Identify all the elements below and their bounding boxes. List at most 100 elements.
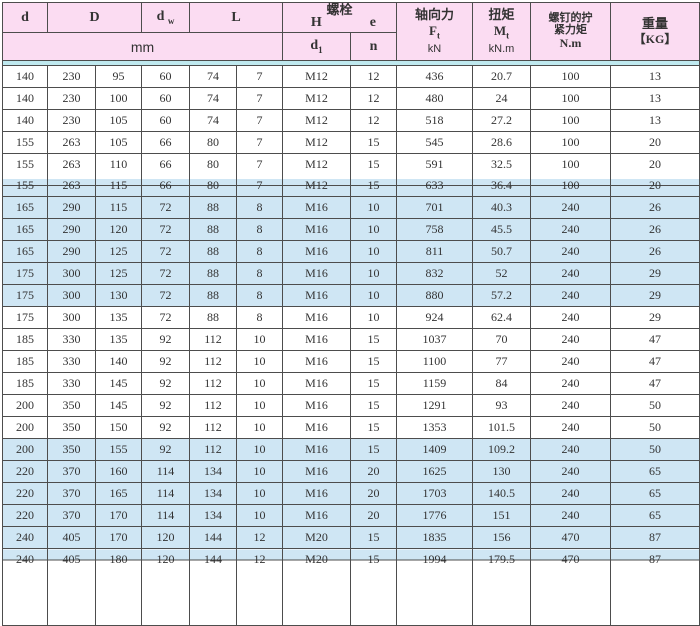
col-header-weight: 重量 【KG】 <box>611 3 700 61</box>
table-cell: 220 <box>3 483 48 505</box>
table-cell: 10 <box>351 263 397 285</box>
dw-subscript: w <box>168 16 175 26</box>
table-cell: 12 <box>351 88 397 110</box>
table-cell: 50.7 <box>473 241 531 263</box>
table-cell: 758 <box>397 219 473 241</box>
table-cell: 370 <box>48 461 96 483</box>
table-cell: 1835 <box>397 527 473 549</box>
table-cell: 155 <box>3 154 48 176</box>
table-cell: 240 <box>531 197 611 219</box>
empty-cell <box>190 570 237 626</box>
table-cell: 880 <box>397 285 473 307</box>
table-cell: 240 <box>531 417 611 439</box>
table-cell: 633 <box>397 175 473 197</box>
table-cell: 1776 <box>397 505 473 527</box>
table-cell: 84 <box>473 373 531 395</box>
col-header-e: e <box>350 15 396 31</box>
table-cell: 13 <box>611 110 700 132</box>
table-cell: 155 <box>3 132 48 154</box>
table-cell: 13 <box>611 88 700 110</box>
empty-cell <box>96 570 142 626</box>
table-cell: 100 <box>531 110 611 132</box>
table-cell: 7 <box>237 88 283 110</box>
table-cell: M12 <box>283 175 351 197</box>
table-cell: 10 <box>237 395 283 417</box>
table-cell: 12 <box>351 110 397 132</box>
table-cell: 185 <box>3 329 48 351</box>
table-cell: 20.7 <box>473 66 531 88</box>
table-cell: 114 <box>142 483 190 505</box>
table-cell: 50 <box>611 395 700 417</box>
table-cell: 165 <box>3 197 48 219</box>
table-cell: 1100 <box>397 351 473 373</box>
table-cell: 330 <box>48 373 96 395</box>
table-cell: 50 <box>611 417 700 439</box>
table-cell: 1994 <box>397 549 473 571</box>
table-cell: 179.5 <box>473 549 531 571</box>
table-cell: 240 <box>531 241 611 263</box>
table-cell: 12 <box>237 549 283 571</box>
table-cell: M12 <box>283 154 351 176</box>
table-cell: 175 <box>3 263 48 285</box>
table-cell: 66 <box>142 175 190 197</box>
table-cell: 47 <box>611 329 700 351</box>
table-cell: 74 <box>190 66 237 88</box>
table-cell: 300 <box>48 263 96 285</box>
table-cell: 140 <box>3 66 48 88</box>
table-cell: 405 <box>48 527 96 549</box>
table-cell: 125 <box>96 241 142 263</box>
table-cell: 40.3 <box>473 197 531 219</box>
table-cell: 8 <box>237 307 283 329</box>
table-cell: 160 <box>96 461 142 483</box>
table-cell: 151 <box>473 505 531 527</box>
table-cell: 240 <box>531 483 611 505</box>
table-cell: 74 <box>190 88 237 110</box>
empty-cell <box>48 570 96 626</box>
table-cell: 8 <box>237 241 283 263</box>
table-cell: M16 <box>283 263 351 285</box>
table-cell: 92 <box>142 351 190 373</box>
table-cell: 92 <box>142 417 190 439</box>
table-row: 1853301409211210M161511007724047 <box>3 351 700 373</box>
table-cell: 88 <box>190 307 237 329</box>
table-cell: 240 <box>531 505 611 527</box>
table-cell: 230 <box>48 66 96 88</box>
table-cell: M16 <box>283 285 351 307</box>
table-cell: 1291 <box>397 395 473 417</box>
table-cell: 701 <box>397 197 473 219</box>
table-cell: 29 <box>611 307 700 329</box>
table-cell: 7 <box>237 175 283 197</box>
table-cell: 15 <box>351 527 397 549</box>
table-cell: 8 <box>237 197 283 219</box>
table-cell: 65 <box>611 483 700 505</box>
table-cell: 240 <box>531 439 611 461</box>
table-cell: 112 <box>190 351 237 373</box>
table-row: 1853301459211210M161511598424047 <box>3 373 700 395</box>
table-row: 2003501459211210M161512919324050 <box>3 395 700 417</box>
table-cell: 47 <box>611 373 700 395</box>
table-cell: 92 <box>142 395 190 417</box>
table-cell: 8 <box>237 263 283 285</box>
table-cell: 60 <box>142 110 190 132</box>
table-cell: 300 <box>48 307 96 329</box>
table-cell: 200 <box>3 395 48 417</box>
table-cell: 92 <box>142 329 190 351</box>
table-cell: M16 <box>283 395 351 417</box>
table-cell: 200 <box>3 417 48 439</box>
table-cell: 10 <box>351 197 397 219</box>
table-row: 15526310566807M121554528.610020 <box>3 132 700 154</box>
table-cell: M20 <box>283 527 351 549</box>
table-cell: 95 <box>96 66 142 88</box>
table-cell: 15 <box>351 175 397 197</box>
table-cell: 155 <box>96 439 142 461</box>
table-cell: 7 <box>237 132 283 154</box>
col-header-torque: 扭矩 Mt kN.m <box>473 3 531 61</box>
table-cell: 170 <box>96 527 142 549</box>
table-cell: 135 <box>96 307 142 329</box>
table-cell: 185 <box>3 373 48 395</box>
empty-cell <box>237 570 283 626</box>
unit-mm-cell: mm <box>3 33 283 61</box>
torque-title: 扭矩 <box>473 7 530 23</box>
table-cell: 15 <box>351 132 397 154</box>
table-cell: 52 <box>473 263 531 285</box>
